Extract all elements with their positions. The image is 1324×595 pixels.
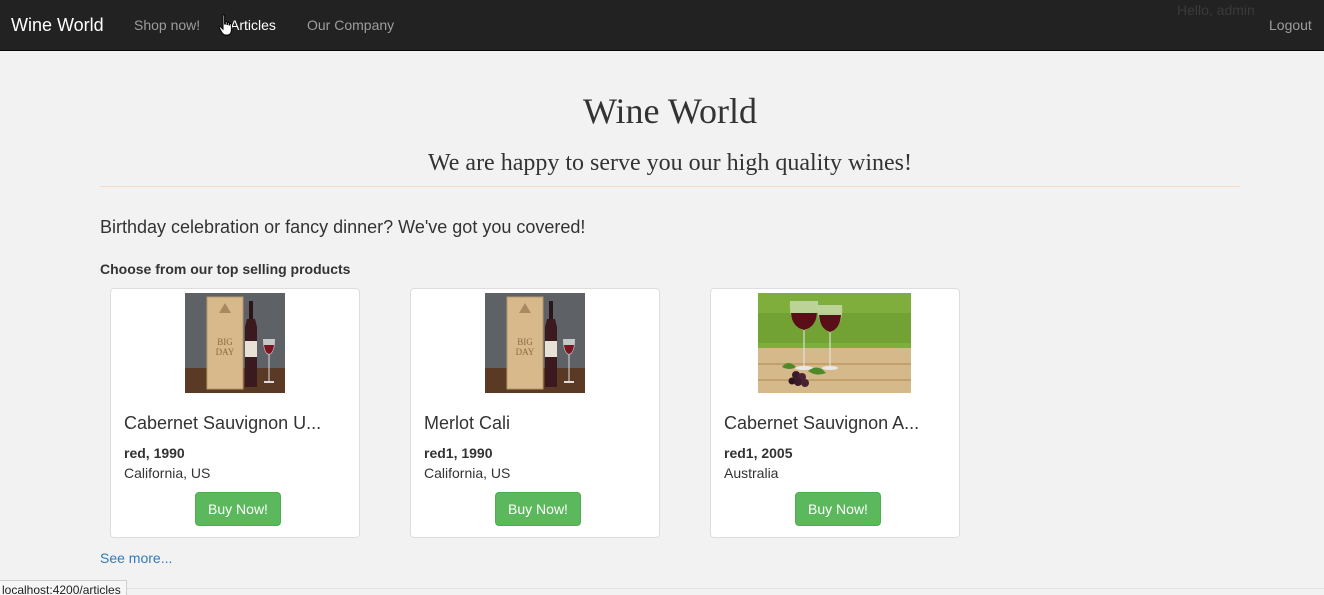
nav-our-company[interactable]: Our Company bbox=[307, 17, 394, 33]
buy-now-button[interactable]: Buy Now! bbox=[195, 492, 281, 526]
section-heading: Choose from our top selling products bbox=[100, 261, 351, 277]
wine-box-bottle-image: BIG DAY bbox=[485, 293, 585, 393]
nav-articles[interactable]: Articles bbox=[230, 17, 276, 33]
wine-glasses-image bbox=[758, 293, 911, 393]
product-origin: California, US bbox=[424, 465, 511, 481]
svg-text:DAY: DAY bbox=[216, 347, 235, 357]
divider bbox=[100, 186, 1240, 187]
see-more-link[interactable]: See more... bbox=[100, 550, 172, 566]
svg-text:DAY: DAY bbox=[516, 347, 535, 357]
brand-link[interactable]: Wine World bbox=[11, 15, 104, 36]
wine-box-bottle-image: BIG DAY bbox=[185, 293, 285, 393]
nav-shop-now[interactable]: Shop now! bbox=[134, 17, 200, 33]
hand-cursor-icon bbox=[218, 14, 232, 36]
browser-status-url: localhost:4200/articles bbox=[0, 580, 127, 595]
intro-lead: Birthday celebration or fancy dinner? We… bbox=[100, 217, 586, 237]
logout-link[interactable]: Logout bbox=[1269, 17, 1312, 33]
svg-text:BIG: BIG bbox=[217, 337, 233, 347]
product-name[interactable]: Cabernet Sauvignon A... bbox=[724, 413, 919, 434]
product-card: BIG DAY Merlot Cali red1, 1990 Californi… bbox=[410, 288, 660, 538]
buy-now-button[interactable]: Buy Now! bbox=[795, 492, 881, 526]
product-meta: red, 1990 bbox=[124, 445, 185, 461]
buy-now-button[interactable]: Buy Now! bbox=[495, 492, 581, 526]
top-navbar: Wine World Shop now! Articles Our Compan… bbox=[0, 0, 1324, 51]
footer-divider bbox=[0, 588, 1324, 589]
user-greeting: Hello, admin bbox=[1177, 2, 1255, 18]
product-card: BIG DAY Cabernet Sauvignon U... red, 199… bbox=[110, 288, 360, 538]
product-meta: red1, 2005 bbox=[724, 445, 793, 461]
page-subtitle: We are happy to serve you our high quali… bbox=[428, 150, 912, 176]
product-meta: red1, 1990 bbox=[424, 445, 493, 461]
product-name[interactable]: Merlot Cali bbox=[424, 413, 510, 434]
product-card: Cabernet Sauvignon A... red1, 2005 Austr… bbox=[710, 288, 960, 538]
product-origin: Australia bbox=[724, 465, 779, 481]
product-origin: California, US bbox=[124, 465, 211, 481]
page-title: Wine World bbox=[583, 91, 757, 131]
product-name[interactable]: Cabernet Sauvignon U... bbox=[124, 413, 321, 434]
svg-text:BIG: BIG bbox=[517, 337, 533, 347]
